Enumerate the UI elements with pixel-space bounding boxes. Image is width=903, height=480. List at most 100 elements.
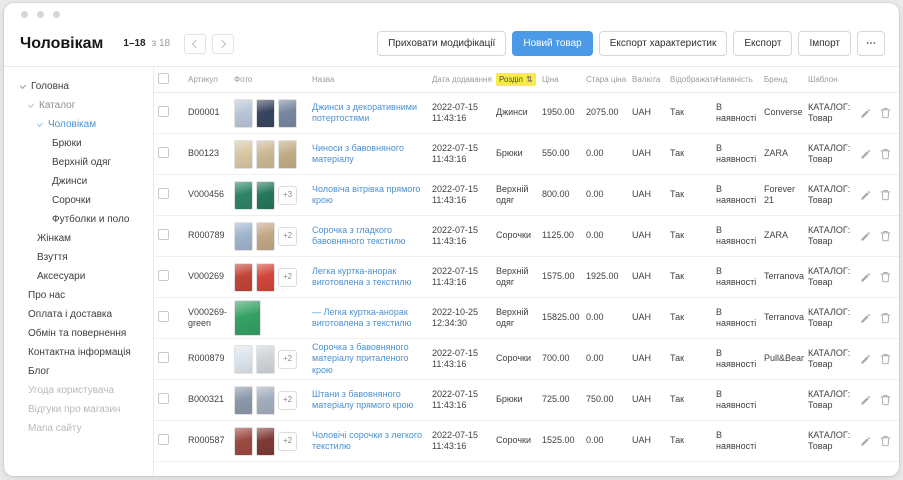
- product-thumbnail[interactable]: [234, 345, 253, 374]
- product-name-link[interactable]: Джинси з декоративними потертостями: [312, 102, 417, 123]
- product-name-link[interactable]: Чоловічі сорочки з легкого текстилю: [312, 430, 422, 451]
- sidebar-item[interactable]: Взуття: [37, 248, 149, 267]
- column-header-template[interactable]: Шаблон: [808, 75, 860, 84]
- product-name-link[interactable]: Сорочка з гладкого бавовняного текстилю: [312, 225, 406, 246]
- sidebar-item[interactable]: Чоловікам: [37, 115, 149, 134]
- sidebar-item[interactable]: Угода користувача: [28, 381, 149, 400]
- edit-icon[interactable]: [860, 313, 871, 324]
- export-button[interactable]: Експорт: [733, 31, 792, 56]
- sidebar-item[interactable]: Блог: [28, 362, 149, 381]
- trash-icon[interactable]: [880, 189, 891, 201]
- sidebar-item[interactable]: Джинси: [52, 172, 149, 191]
- product-thumbnail[interactable]: [256, 263, 275, 292]
- product-thumbnail[interactable]: [256, 181, 275, 210]
- product-name-link[interactable]: Легка куртка-анорак виготовлена з тексти…: [312, 266, 411, 287]
- product-thumbnail[interactable]: [234, 263, 253, 292]
- sidebar-item[interactable]: Футболки и поло: [52, 210, 149, 229]
- product-name-link[interactable]: Штани з бавовняного матеріалу прямого кр…: [312, 389, 413, 410]
- edit-icon[interactable]: [860, 149, 871, 160]
- column-header-display[interactable]: Відображати: [670, 75, 716, 84]
- trash-icon[interactable]: [880, 230, 891, 242]
- new-product-button[interactable]: Новий товар: [512, 31, 592, 56]
- window-control-dot[interactable]: [53, 11, 60, 18]
- column-header-currency[interactable]: Валюта: [632, 75, 670, 84]
- edit-icon[interactable]: [860, 231, 871, 242]
- row-checkbox[interactable]: [158, 229, 169, 240]
- sidebar-item[interactable]: Оплата і доставка: [28, 305, 149, 324]
- select-all-checkbox[interactable]: [158, 73, 169, 84]
- sidebar-item[interactable]: Головна: [20, 77, 149, 96]
- sidebar-item[interactable]: Мапа сайту: [28, 419, 149, 438]
- column-header-date[interactable]: Дата додавання: [432, 75, 496, 84]
- product-thumbnail[interactable]: [234, 300, 261, 336]
- product-name-link[interactable]: Чоловіча вітрівка прямого крою: [312, 184, 420, 205]
- trash-icon[interactable]: [880, 312, 891, 324]
- prev-page-button[interactable]: [184, 34, 206, 54]
- product-thumbnail[interactable]: [256, 386, 275, 415]
- trash-icon[interactable]: [880, 394, 891, 406]
- product-thumbnail[interactable]: [234, 222, 253, 251]
- column-header-old_price[interactable]: Стара ціна: [586, 75, 632, 84]
- column-header-article[interactable]: Артикул: [188, 75, 234, 84]
- column-header-section[interactable]: Розділ⇅: [496, 73, 542, 86]
- sidebar-item[interactable]: Верхній одяг: [52, 153, 149, 172]
- trash-icon[interactable]: [880, 107, 891, 119]
- column-header-name[interactable]: Назва: [312, 75, 432, 84]
- trash-icon[interactable]: [880, 148, 891, 160]
- row-checkbox[interactable]: [158, 434, 169, 445]
- edit-icon[interactable]: [860, 436, 871, 447]
- row-checkbox[interactable]: [158, 147, 169, 158]
- edit-icon[interactable]: [860, 108, 871, 119]
- sidebar-item[interactable]: Сорочки: [52, 191, 149, 210]
- window-control-dot[interactable]: [21, 11, 28, 18]
- row-checkbox[interactable]: [158, 393, 169, 404]
- more-actions-button[interactable]: ⋯: [857, 31, 885, 56]
- product-thumbnail[interactable]: [278, 99, 297, 128]
- next-page-button[interactable]: [212, 34, 234, 54]
- row-checkbox[interactable]: [158, 270, 169, 281]
- edit-icon[interactable]: [860, 190, 871, 201]
- more-photos-badge[interactable]: +2: [278, 227, 297, 246]
- sidebar-item[interactable]: Відгуки про магазин: [28, 400, 149, 419]
- more-photos-badge[interactable]: +2: [278, 350, 297, 369]
- sidebar-item[interactable]: Контактна інформація: [28, 343, 149, 362]
- sidebar-item[interactable]: Каталог: [28, 96, 149, 115]
- column-header-brand[interactable]: Бренд: [764, 75, 808, 84]
- trash-icon[interactable]: [880, 353, 891, 365]
- column-header-price[interactable]: Ціна: [542, 75, 586, 84]
- export-characteristics-button[interactable]: Експорт характеристик: [599, 31, 728, 56]
- trash-icon[interactable]: [880, 271, 891, 283]
- row-checkbox[interactable]: [158, 188, 169, 199]
- product-thumbnail[interactable]: [256, 345, 275, 374]
- column-header-photo[interactable]: Фото: [234, 75, 312, 84]
- product-thumbnail[interactable]: [256, 99, 275, 128]
- column-header-availability[interactable]: Наявність: [716, 75, 764, 84]
- sidebar-item[interactable]: Аксесуари: [37, 267, 149, 286]
- more-photos-badge[interactable]: +2: [278, 391, 297, 410]
- sidebar-item[interactable]: Брюки: [52, 134, 149, 153]
- import-button[interactable]: Імпорт: [798, 31, 851, 56]
- product-thumbnail[interactable]: [256, 140, 275, 169]
- edit-icon[interactable]: [860, 354, 871, 365]
- row-checkbox[interactable]: [158, 352, 169, 363]
- window-control-dot[interactable]: [37, 11, 44, 18]
- product-thumbnail[interactable]: [234, 140, 253, 169]
- sidebar-item[interactable]: Про нас: [28, 286, 149, 305]
- product-name-link[interactable]: — Легка куртка-анорак виготовлена з текс…: [312, 307, 411, 328]
- product-thumbnail[interactable]: [234, 386, 253, 415]
- sort-arrows-icon[interactable]: ⇅: [526, 75, 533, 84]
- sidebar-item[interactable]: Жінкам: [37, 229, 149, 248]
- product-thumbnail[interactable]: [234, 427, 253, 456]
- row-checkbox[interactable]: [158, 311, 169, 322]
- more-photos-badge[interactable]: +2: [278, 268, 297, 287]
- product-thumbnail[interactable]: [256, 427, 275, 456]
- product-name-link[interactable]: Сорочка з бавовняного матеріалу притален…: [312, 342, 409, 375]
- more-photos-badge[interactable]: +2: [278, 432, 297, 451]
- product-thumbnail[interactable]: [256, 222, 275, 251]
- row-checkbox[interactable]: [158, 106, 169, 117]
- more-photos-badge[interactable]: +3: [278, 186, 297, 205]
- product-thumbnail[interactable]: [234, 99, 253, 128]
- edit-icon[interactable]: [860, 395, 871, 406]
- sidebar-item[interactable]: Обмін та повернення: [28, 324, 149, 343]
- hide-modifications-button[interactable]: Приховати модифікації: [377, 31, 506, 56]
